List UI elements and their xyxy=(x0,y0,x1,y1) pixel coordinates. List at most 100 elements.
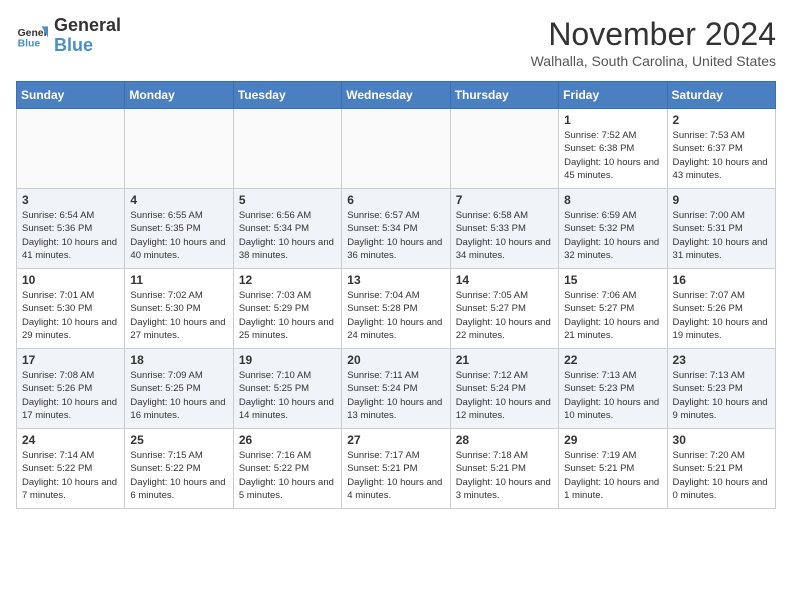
day-number: 3 xyxy=(22,193,119,207)
calendar-cell: 7 Sunrise: 6:58 AM Sunset: 5:33 PM Daylig… xyxy=(450,189,558,269)
calendar-cell: 26Sunrise: 7:16 AM Sunset: 5:22 PM Dayli… xyxy=(233,429,341,509)
weekday-header: Friday xyxy=(559,82,667,109)
calendar-cell: 29 Sunrise: 7:19 AM Sunset: 5:21 PM Dayli… xyxy=(559,429,667,509)
day-number: 28 xyxy=(456,433,553,447)
calendar-cell: 16 Sunrise: 7:07 AM Sunset: 5:26 PM Dayli… xyxy=(667,269,775,349)
calendar-week-row: 24 Sunrise: 7:14 AM Sunset: 5:22 PM Dayli… xyxy=(17,429,776,509)
day-info: Sunrise: 7:01 AM Sunset: 5:30 PM Dayligh… xyxy=(22,289,119,342)
day-number: 24 xyxy=(22,433,119,447)
title-block: November 2024 Walhalla, South Carolina, … xyxy=(531,16,776,69)
day-info: Sunrise: 7:52 AM Sunset: 6:38 PM Dayligh… xyxy=(564,129,661,182)
calendar-cell: 18 Sunrise: 7:09 AM Sunset: 5:25 PM Dayli… xyxy=(125,349,233,429)
calendar-cell xyxy=(17,109,125,189)
day-info: Sunrise: 6:58 AM Sunset: 5:33 PM Dayligh… xyxy=(456,209,553,262)
day-info: Sunrise: 7:12 AM Sunset: 5:24 PM Dayligh… xyxy=(456,369,553,422)
calendar-cell xyxy=(342,109,450,189)
calendar-cell: 14 Sunrise: 7:05 AM Sunset: 5:27 PM Dayli… xyxy=(450,269,558,349)
calendar-cell: 28 Sunrise: 7:18 AM Sunset: 5:21 PM Dayli… xyxy=(450,429,558,509)
day-number: 16 xyxy=(673,273,770,287)
day-number: 14 xyxy=(456,273,553,287)
day-number: 18 xyxy=(130,353,227,367)
logo-line2: Blue xyxy=(54,36,121,56)
day-number: 6 xyxy=(347,193,444,207)
calendar-cell xyxy=(450,109,558,189)
weekday-header: Wednesday xyxy=(342,82,450,109)
day-info: Sunrise: 7:06 AM Sunset: 5:27 PM Dayligh… xyxy=(564,289,661,342)
weekday-header: Thursday xyxy=(450,82,558,109)
calendar-cell: 8Sunrise: 6:59 AM Sunset: 5:32 PM Daylig… xyxy=(559,189,667,269)
calendar-cell: 17Sunrise: 7:08 AM Sunset: 5:26 PM Dayli… xyxy=(17,349,125,429)
day-number: 15 xyxy=(564,273,661,287)
logo: General Blue General Blue xyxy=(16,16,121,56)
calendar-cell: 5Sunrise: 6:56 AM Sunset: 5:34 PM Daylig… xyxy=(233,189,341,269)
day-number: 11 xyxy=(130,273,227,287)
day-number: 19 xyxy=(239,353,336,367)
weekday-header: Tuesday xyxy=(233,82,341,109)
calendar-cell: 11 Sunrise: 7:02 AM Sunset: 5:30 PM Dayli… xyxy=(125,269,233,349)
calendar-cell: 12Sunrise: 7:03 AM Sunset: 5:29 PM Dayli… xyxy=(233,269,341,349)
weekday-header-row: SundayMondayTuesdayWednesdayThursdayFrid… xyxy=(17,82,776,109)
calendar-cell: 6 Sunrise: 6:57 AM Sunset: 5:34 PM Daylig… xyxy=(342,189,450,269)
day-info: Sunrise: 7:07 AM Sunset: 5:26 PM Dayligh… xyxy=(673,289,770,342)
weekday-header: Saturday xyxy=(667,82,775,109)
calendar-cell: 15 Sunrise: 7:06 AM Sunset: 5:27 PM Dayli… xyxy=(559,269,667,349)
calendar-cell xyxy=(233,109,341,189)
calendar-cell: 24 Sunrise: 7:14 AM Sunset: 5:22 PM Dayli… xyxy=(17,429,125,509)
calendar-cell: 1 Sunrise: 7:52 AM Sunset: 6:38 PM Daylig… xyxy=(559,109,667,189)
day-number: 10 xyxy=(22,273,119,287)
day-number: 25 xyxy=(130,433,227,447)
day-info: Sunrise: 7:18 AM Sunset: 5:21 PM Dayligh… xyxy=(456,449,553,502)
day-info: Sunrise: 7:17 AM Sunset: 5:21 PM Dayligh… xyxy=(347,449,444,502)
day-info: Sunrise: 7:14 AM Sunset: 5:22 PM Dayligh… xyxy=(22,449,119,502)
day-number: 27 xyxy=(347,433,444,447)
calendar-cell: 20 Sunrise: 7:11 AM Sunset: 5:24 PM Dayli… xyxy=(342,349,450,429)
day-info: Sunrise: 7:11 AM Sunset: 5:24 PM Dayligh… xyxy=(347,369,444,422)
day-number: 13 xyxy=(347,273,444,287)
day-number: 21 xyxy=(456,353,553,367)
day-number: 9 xyxy=(673,193,770,207)
day-number: 30 xyxy=(673,433,770,447)
calendar-cell: 30 Sunrise: 7:20 AM Sunset: 5:21 PM Dayli… xyxy=(667,429,775,509)
calendar-cell: 22 Sunrise: 7:13 AM Sunset: 5:23 PM Dayli… xyxy=(559,349,667,429)
day-info: Sunrise: 7:00 AM Sunset: 5:31 PM Dayligh… xyxy=(673,209,770,262)
day-info: Sunrise: 6:54 AM Sunset: 5:36 PM Dayligh… xyxy=(22,209,119,262)
day-info: Sunrise: 7:05 AM Sunset: 5:27 PM Dayligh… xyxy=(456,289,553,342)
day-info: Sunrise: 7:53 AM Sunset: 6:37 PM Dayligh… xyxy=(673,129,770,182)
location-title: Walhalla, South Carolina, United States xyxy=(531,53,776,69)
day-number: 8 xyxy=(564,193,661,207)
day-number: 4 xyxy=(130,193,227,207)
day-number: 23 xyxy=(673,353,770,367)
day-info: Sunrise: 6:57 AM Sunset: 5:34 PM Dayligh… xyxy=(347,209,444,262)
day-number: 29 xyxy=(564,433,661,447)
calendar-cell: 10 Sunrise: 7:01 AM Sunset: 5:30 PM Dayli… xyxy=(17,269,125,349)
day-info: Sunrise: 7:09 AM Sunset: 5:25 PM Dayligh… xyxy=(130,369,227,422)
day-number: 20 xyxy=(347,353,444,367)
day-number: 1 xyxy=(564,113,661,127)
calendar-cell: 25 Sunrise: 7:15 AM Sunset: 5:22 PM Dayli… xyxy=(125,429,233,509)
day-number: 22 xyxy=(564,353,661,367)
calendar-week-row: 3 Sunrise: 6:54 AM Sunset: 5:36 PM Daylig… xyxy=(17,189,776,269)
calendar-cell: 27 Sunrise: 7:17 AM Sunset: 5:21 PM Dayli… xyxy=(342,429,450,509)
calendar-cell: 3 Sunrise: 6:54 AM Sunset: 5:36 PM Daylig… xyxy=(17,189,125,269)
day-number: 7 xyxy=(456,193,553,207)
day-number: 2 xyxy=(673,113,770,127)
day-info: Sunrise: 7:19 AM Sunset: 5:21 PM Dayligh… xyxy=(564,449,661,502)
calendar-cell: 13 Sunrise: 7:04 AM Sunset: 5:28 PM Dayli… xyxy=(342,269,450,349)
day-info: Sunrise: 7:08 AM Sunset: 5:26 PM Dayligh… xyxy=(22,369,119,422)
day-info: Sunrise: 7:20 AM Sunset: 5:21 PM Dayligh… xyxy=(673,449,770,502)
calendar-cell xyxy=(125,109,233,189)
svg-text:Blue: Blue xyxy=(18,38,41,49)
day-info: Sunrise: 7:04 AM Sunset: 5:28 PM Dayligh… xyxy=(347,289,444,342)
day-info: Sunrise: 7:02 AM Sunset: 5:30 PM Dayligh… xyxy=(130,289,227,342)
day-info: Sunrise: 7:03 AM Sunset: 5:29 PM Dayligh… xyxy=(239,289,336,342)
calendar-week-row: 10 Sunrise: 7:01 AM Sunset: 5:30 PM Dayli… xyxy=(17,269,776,349)
day-info: Sunrise: 7:13 AM Sunset: 5:23 PM Dayligh… xyxy=(564,369,661,422)
day-info: Sunrise: 7:15 AM Sunset: 5:22 PM Dayligh… xyxy=(130,449,227,502)
day-info: Sunrise: 7:16 AM Sunset: 5:22 PM Dayligh… xyxy=(239,449,336,502)
page-header: General Blue General Blue November 2024 … xyxy=(16,16,776,69)
day-info: Sunrise: 6:56 AM Sunset: 5:34 PM Dayligh… xyxy=(239,209,336,262)
calendar-cell: 4Sunrise: 6:55 AM Sunset: 5:35 PM Daylig… xyxy=(125,189,233,269)
calendar-cell: 19Sunrise: 7:10 AM Sunset: 5:25 PM Dayli… xyxy=(233,349,341,429)
calendar-table: SundayMondayTuesdayWednesdayThursdayFrid… xyxy=(16,81,776,509)
calendar-cell: 23Sunrise: 7:13 AM Sunset: 5:23 PM Dayli… xyxy=(667,349,775,429)
